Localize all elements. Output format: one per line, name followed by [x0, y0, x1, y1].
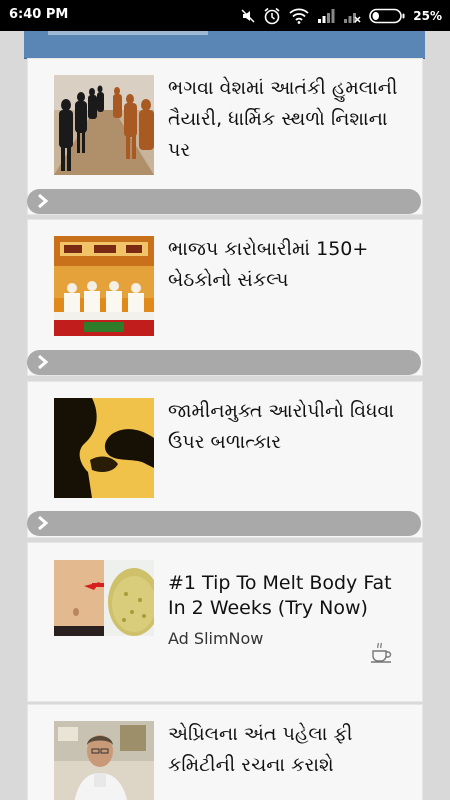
chevron-right-icon	[38, 355, 49, 369]
status-icons: 25%	[241, 6, 442, 26]
news-feed[interactable]: ભગવા વેશમાં આતંકી હુમલાની તૈયારી, ધાર્મિ…	[0, 31, 450, 800]
ad-headline[interactable]: #1 Tip To Melt Body Fat In 2 Weeks (Try …	[168, 571, 402, 621]
chevron-right-icon	[38, 516, 49, 530]
banner-stub	[48, 31, 208, 35]
chevron-right-icon	[38, 194, 49, 208]
coffee-cup-icon[interactable]	[368, 639, 394, 665]
ad-sponsor-label: Ad SlimNow	[168, 629, 264, 648]
ad-card[interactable]: #1 Tip To Melt Body Fat In 2 Weeks (Try …	[27, 542, 423, 702]
battery-icon	[369, 8, 405, 24]
status-time: 6:40 PM	[9, 7, 69, 22]
mute-icon	[241, 9, 255, 23]
signal-icon	[317, 9, 335, 23]
wifi-icon	[289, 8, 309, 24]
read-more-bar[interactable]	[27, 511, 421, 536]
battery-percent: 25%	[413, 9, 442, 23]
read-more-bar[interactable]	[27, 350, 421, 375]
news-thumbnail	[54, 75, 154, 175]
news-thumbnail	[54, 236, 154, 336]
news-headline[interactable]: ભગવા વેશમાં આતંકી હુમલાની તૈયારી, ધાર્મિ…	[168, 73, 402, 166]
top-banner	[24, 31, 425, 59]
status-bar: 6:40 PM 25%	[0, 0, 450, 31]
signal-no-sim-icon	[343, 9, 361, 23]
news-thumbnail	[54, 398, 154, 498]
read-more-bar[interactable]	[27, 189, 421, 214]
news-headline[interactable]: જામીનમુક્ત આરોપીનો વિધવા ઉપર બળાત્કાર	[168, 396, 402, 458]
news-headline[interactable]: ભાજપ કારોબારીમાં 150+ બેઠકોનો સંકલ્પ	[168, 234, 402, 296]
news-thumbnail	[54, 721, 154, 800]
news-card[interactable]: એપ્રિલના અંત પહેલા ફી કમિટીની રચના કરાશે	[27, 704, 423, 800]
ad-thumbnail	[54, 560, 154, 636]
alarm-icon	[263, 7, 281, 25]
news-headline[interactable]: એપ્રિલના અંત પહેલા ફી કમિટીની રચના કરાશે	[168, 719, 402, 781]
